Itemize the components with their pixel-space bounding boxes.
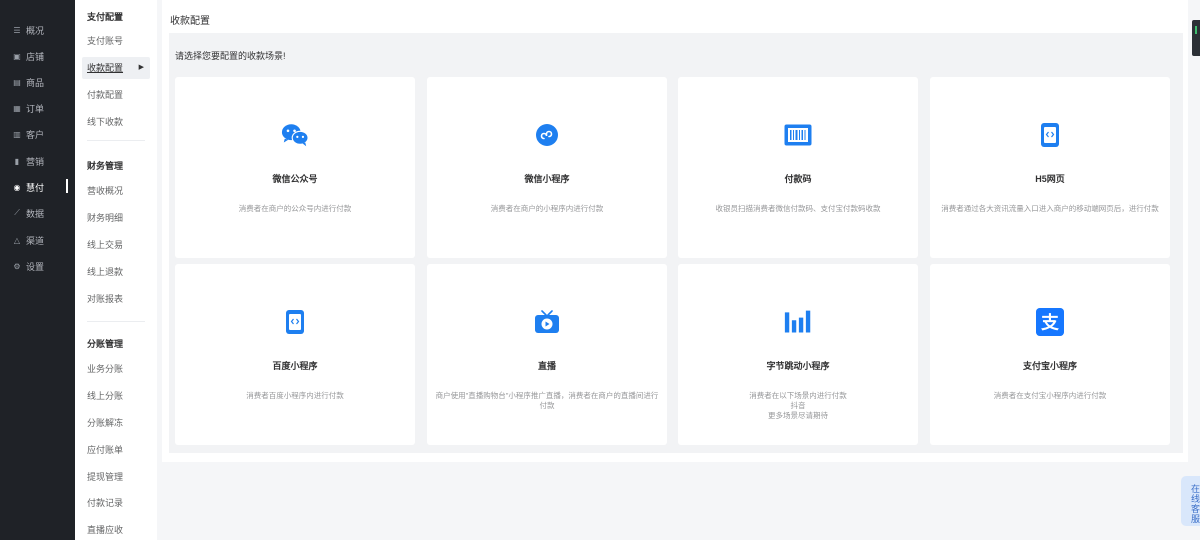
- subnav-item-online-trade[interactable]: 线上交易: [82, 234, 150, 256]
- bytedance-icon: [784, 308, 812, 336]
- scene-card-barcode[interactable]: 付款码 收银员扫描消费者微信付款码、支付宝付款码收款: [678, 77, 918, 258]
- store-icon: ▣: [13, 51, 21, 61]
- nav-item-overview[interactable]: ☰ 概况: [0, 18, 75, 42]
- dashboard-icon: ☰: [13, 25, 21, 35]
- caret-right-icon: ▶: [138, 64, 144, 71]
- subnav-item-payable-bill[interactable]: 应付账单: [82, 439, 150, 461]
- card-desc: 消费者在支付宝小程序内进行付款: [993, 391, 1107, 400]
- card-title: 微信公众号: [272, 174, 318, 184]
- nav-item-label: 概况: [26, 25, 45, 36]
- nav-item-channel[interactable]: △ 渠道: [0, 228, 75, 252]
- card-desc: 消费者在以下场景内进行付款 抖音 更多场景尽请期待: [749, 391, 847, 420]
- scene-card-live[interactable]: 直播 商户使用"直播购物台"小程序推广直播，消费者在商户的直播间进行付款: [427, 264, 667, 445]
- card-title: H5网页: [1035, 174, 1065, 184]
- settings-icon: ⚙: [13, 261, 21, 271]
- live-tv-icon: [533, 308, 561, 336]
- subnav-group-title: 财务管理: [87, 161, 124, 171]
- subnav-item-pay-account[interactable]: 支付账号: [82, 30, 150, 52]
- nav-item-data[interactable]: ⟋ 数据: [0, 201, 75, 225]
- subnav-item-live-receivable[interactable]: 直播应收: [82, 519, 150, 540]
- scene-card-wechat-miniprogram[interactable]: 微信小程序 消费者在商户的小程序内进行付款: [427, 77, 667, 258]
- alipay-icon: 支: [1036, 308, 1064, 336]
- subnav-item-split-unfreeze[interactable]: 分账解冻: [82, 412, 150, 434]
- side-toggle-tab[interactable]: [1192, 20, 1200, 56]
- channel-icon: △: [13, 235, 21, 245]
- baidu-miniprogram-icon: [281, 308, 309, 336]
- online-service-button[interactable]: 在线客服: [1181, 476, 1200, 526]
- subnav-item-online-split[interactable]: 线上分账: [82, 385, 150, 407]
- subnav-item-withdraw[interactable]: 提现管理: [82, 466, 150, 488]
- nav-item-label: 渠道: [26, 235, 45, 246]
- sub-nav: 支付配置 支付账号 收款配置 ▶ 付款配置 线下收款 财务管理 营收概况 财务明细…: [75, 0, 157, 540]
- nav-item-pay[interactable]: ◉ 慧付: [0, 175, 75, 199]
- nav-item-label: 店铺: [26, 51, 45, 62]
- subnav-item-business-split[interactable]: 业务分账: [82, 358, 150, 380]
- order-icon: ▦: [13, 103, 21, 113]
- h5-page-icon: [1036, 121, 1064, 149]
- scene-prompt: 请选择您要配置的收款场景!: [175, 51, 286, 61]
- nav-item-label: 数据: [26, 208, 45, 219]
- nav-item-label: 慧付: [26, 182, 45, 193]
- subnav-item-online-refund[interactable]: 线上退款: [82, 261, 150, 283]
- subnav-item-reconciliation[interactable]: 对账报表: [82, 288, 150, 310]
- card-desc: 消费者通过各大资讯流量入口进入商户的移动端网页后，进行付款: [941, 204, 1159, 213]
- nav-item-label: 设置: [26, 261, 45, 272]
- card-desc: 消费者在商户的公众号内进行付款: [238, 204, 352, 213]
- card-title: 付款码: [784, 174, 812, 184]
- subnav-item-finance-detail[interactable]: 财务明细: [82, 207, 150, 229]
- nav-item-customer[interactable]: ▥ 客户: [0, 122, 75, 146]
- nav-item-label: 订单: [26, 103, 45, 114]
- data-icon: ⟋: [14, 208, 20, 217]
- card-desc: 收银员扫描消费者微信付款码、支付宝付款码收款: [715, 204, 881, 213]
- wechat-miniprogram-icon: [533, 121, 561, 149]
- card-desc: 商户使用"直播购物台"小程序推广直播，消费者在商户的直播间进行付款: [435, 391, 659, 410]
- card-desc: 消费者百度小程序内进行付款: [246, 391, 344, 400]
- subnav-item-offline-collection[interactable]: 线下收款: [82, 111, 150, 133]
- subnav-item-label: 收款配置: [87, 63, 124, 73]
- nav-item-marketing[interactable]: ▮ 营销: [0, 149, 75, 173]
- nav-item-label: 客户: [26, 129, 45, 140]
- card-desc: 消费者在商户的小程序内进行付款: [490, 204, 604, 213]
- card-title: 百度小程序: [272, 361, 318, 371]
- scene-panel: 请选择您要配置的收款场景! 微信公众号 消费者在商户的公众号内进行付款 微信小程…: [169, 33, 1183, 453]
- card-title: 支付宝小程序: [1022, 361, 1077, 371]
- subnav-group-title: 支付配置: [87, 12, 124, 22]
- nav-item-store[interactable]: ▣ 店铺: [0, 44, 75, 68]
- subnav-item-collection-config[interactable]: 收款配置 ▶: [82, 57, 150, 79]
- subnav-item-payment-record[interactable]: 付款记录: [82, 492, 150, 514]
- nav-item-settings[interactable]: ⚙ 设置: [0, 254, 75, 278]
- scene-card-wechat-official[interactable]: 微信公众号 消费者在商户的公众号内进行付款: [175, 77, 415, 258]
- svg-text:支: 支: [1040, 312, 1059, 334]
- subnav-group-title: 分账管理: [87, 339, 124, 349]
- nav-item-label: 商品: [26, 77, 45, 88]
- nav-item-order[interactable]: ▦ 订单: [0, 96, 75, 120]
- card-title: 微信小程序: [524, 174, 570, 184]
- wechat-official-icon: [281, 121, 309, 149]
- scene-card-h5[interactable]: H5网页 消费者通过各大资讯流量入口进入商户的移动端网页后，进行付款: [930, 77, 1170, 258]
- marketing-icon: ▮: [14, 156, 20, 166]
- barcode-scan-icon: [784, 121, 812, 149]
- main-nav: ☰ 概况 ▣ 店铺 ▤ 商品 ▦ 订单 ▥ 客户 ▮ 营销 ◉ 慧付 ⟋ 数据 △ 渠道 ⚙ 设置: [0, 0, 75, 540]
- nav-item-label: 营销: [26, 156, 45, 167]
- card-title: 直播: [537, 361, 556, 371]
- scene-card-baidu[interactable]: 百度小程序 消费者百度小程序内进行付款: [175, 264, 415, 445]
- pay-icon: ◉: [13, 182, 21, 192]
- subnav-divider: [87, 321, 145, 322]
- subnav-divider: [87, 140, 145, 141]
- goods-icon: ▤: [13, 77, 21, 87]
- subnav-item-revenue-overview[interactable]: 营收概况: [82, 180, 150, 202]
- nav-item-goods[interactable]: ▤ 商品: [0, 70, 75, 94]
- card-title: 字节跳动小程序: [766, 361, 830, 371]
- subnav-item-payment-config[interactable]: 付款配置: [82, 84, 150, 106]
- main-content: 收款配置 请选择您要配置的收款场景! 微信公众号 消费者在商户的公众号内进行付款…: [162, 0, 1188, 462]
- page-title: 收款配置: [170, 16, 210, 27]
- scene-card-alipay[interactable]: 支 支付宝小程序 消费者在支付宝小程序内进行付款: [930, 264, 1170, 445]
- scene-card-bytedance[interactable]: 字节跳动小程序 消费者在以下场景内进行付款 抖音 更多场景尽请期待: [678, 264, 918, 445]
- customer-icon: ▥: [13, 129, 21, 139]
